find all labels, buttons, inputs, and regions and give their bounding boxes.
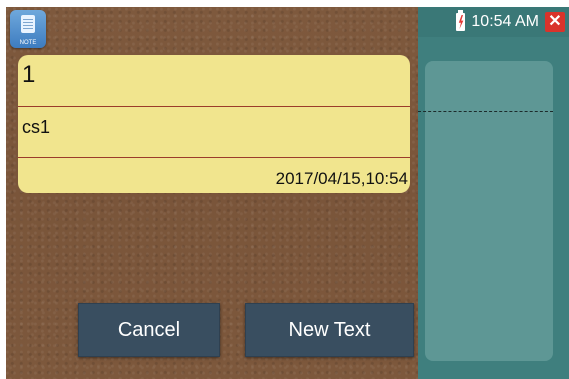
- note-body[interactable]: cs1: [22, 117, 50, 138]
- background-dashed-line: [418, 111, 553, 112]
- note-card[interactable]: 1 cs1 2017/04/15,10:54: [18, 55, 410, 193]
- note-app: NOTE 1 cs1 2017/04/15,10:54 Cancel New T…: [6, 7, 418, 379]
- note-timestamp: 2017/04/15,10:54: [275, 169, 408, 188]
- cancel-button[interactable]: Cancel: [78, 303, 220, 357]
- note-title[interactable]: 1: [22, 61, 35, 89]
- lightning-bolt-icon: [458, 15, 464, 29]
- note-app-icon-label: NOTE: [19, 40, 37, 46]
- note-divider: [18, 157, 410, 158]
- background-app-card: [425, 61, 553, 361]
- status-clock: 10:54 AM: [471, 13, 539, 30]
- note-divider: [18, 106, 410, 107]
- status-bar: 10:54 AM ✕: [418, 7, 569, 37]
- close-icon[interactable]: ✕: [545, 12, 565, 32]
- notepad-icon: [21, 15, 35, 33]
- note-app-icon[interactable]: NOTE: [10, 10, 46, 48]
- battery-charging-icon: [456, 10, 466, 31]
- device-screen: 10:54 AM ✕ NOTE 1 cs1 2017/04/15,10:54 C…: [6, 7, 569, 379]
- new-text-button[interactable]: New Text: [245, 303, 414, 357]
